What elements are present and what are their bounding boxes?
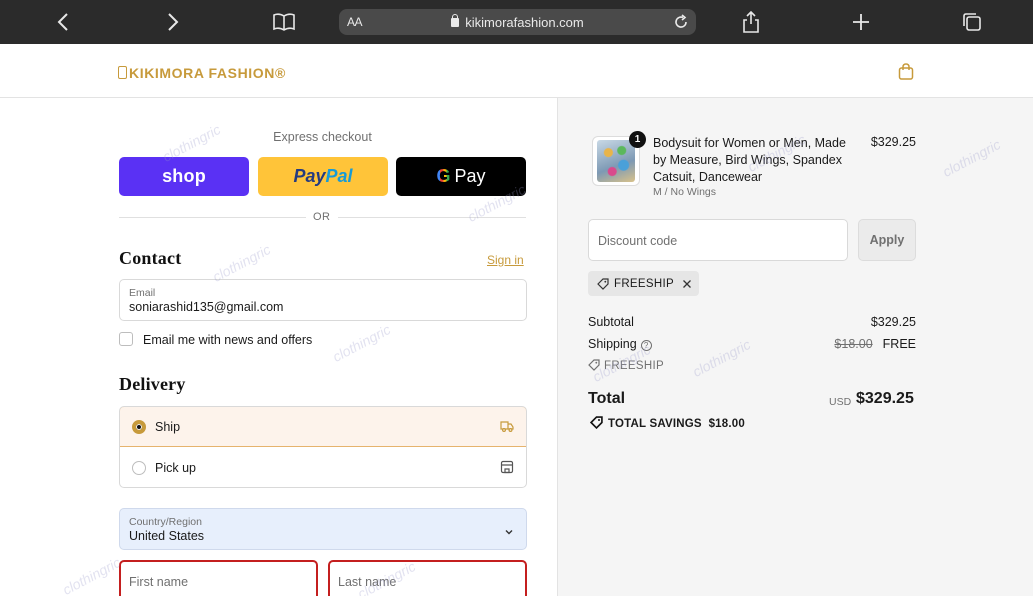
total-savings: TOTAL SAVINGS $18.00	[589, 416, 745, 430]
shipping-value: FREE	[882, 337, 916, 351]
last-name-placeholder: Last name	[338, 575, 397, 589]
shipping-value-row: $18.00 FREE	[830, 337, 916, 351]
quantity-badge: 1	[629, 131, 646, 148]
shop-pay-label: shop	[162, 166, 206, 186]
first-name-placeholder: First name	[129, 575, 189, 589]
email-value: soniarashid135@gmail.com	[129, 300, 284, 314]
news-offers-label: Email me with news and offers	[143, 333, 313, 347]
remove-discount-close-icon[interactable]	[682, 279, 692, 289]
product-image	[597, 140, 635, 182]
store-logo[interactable]: KIKIMORA FASHION®	[118, 65, 286, 81]
address-bar[interactable]: AA kikimorafashion.com	[339, 9, 696, 35]
paypal-button[interactable]: Pay Pal	[258, 157, 388, 196]
sign-in-link[interactable]: Sign in	[487, 253, 524, 267]
google-pay-label: Pay	[454, 166, 486, 186]
savings-value: $18.00	[708, 418, 745, 430]
url-text: kikimorafashion.com	[465, 15, 584, 30]
express-checkout-title: Express checkout	[273, 130, 372, 144]
logo-mark-icon	[118, 66, 127, 79]
google-pay-button[interactable]: G Pay	[396, 157, 526, 196]
shipping-discount-tag: FREESHIP	[588, 359, 664, 372]
product-variant: M / No Wings	[653, 186, 717, 198]
url-text-wrap: kikimorafashion.com	[339, 14, 696, 30]
paypal-label-2: Pal	[325, 166, 353, 186]
chevron-down-icon	[504, 524, 514, 535]
delivery-title: Delivery	[119, 374, 186, 394]
shipping-code: FREESHIP	[604, 360, 664, 372]
new-tab-icon[interactable]	[849, 10, 873, 34]
email-label: Email	[129, 287, 156, 299]
shipping-original-price: $18.00	[834, 337, 873, 351]
apply-label: Apply	[869, 233, 905, 247]
apply-discount-button[interactable]: Apply	[858, 219, 916, 261]
discount-placeholder: Discount code	[598, 234, 678, 248]
watermark: clothingric	[59, 554, 124, 596]
delivery-option-pickup[interactable]: Pick up	[120, 448, 526, 487]
news-offers-checkbox[interactable]	[119, 332, 133, 346]
discount-code-input[interactable]: Discount code	[588, 219, 848, 261]
tag-icon	[589, 416, 603, 430]
forward-icon[interactable]	[161, 10, 185, 34]
delivery-option-ship[interactable]: Ship	[120, 407, 526, 447]
contact-title: Contact	[119, 248, 182, 268]
or-label: OR	[306, 211, 338, 223]
watermark: clothingric	[329, 321, 394, 365]
shipping-label: Shipping	[588, 337, 637, 351]
country-select[interactable]: Country/Region United States	[119, 508, 527, 550]
pickup-label: Pick up	[155, 461, 196, 475]
tag-icon	[597, 277, 609, 290]
total-label: Total	[588, 390, 626, 407]
paypal-label-1: Pay	[293, 166, 326, 186]
applied-code: FREESHIP	[614, 277, 674, 290]
shipping-row-label: Shipping?	[588, 337, 652, 351]
shop-pay-button[interactable]: shop	[119, 157, 249, 196]
subtotal-label: Subtotal	[588, 315, 634, 329]
truck-icon	[500, 419, 514, 433]
country-value: United States	[129, 529, 205, 543]
store-icon	[500, 460, 514, 474]
back-icon[interactable]	[51, 10, 75, 34]
reload-icon[interactable]	[672, 13, 690, 31]
applied-discount-chip: FREESHIP	[588, 271, 699, 296]
email-field[interactable]: Email soniarashid135@gmail.com	[119, 279, 527, 321]
subtotal-value: $329.25	[870, 315, 916, 329]
product-price: $329.25	[870, 135, 916, 149]
last-name-field[interactable]: Last name	[328, 560, 527, 596]
product-title: Bodysuit for Women or Men, Made by Measu…	[653, 136, 846, 184]
total-currency: USD	[829, 396, 852, 408]
google-g-icon: G	[436, 166, 451, 186]
delivery-method-group: Ship Pick up	[119, 406, 527, 488]
cart-bag-icon[interactable]	[898, 63, 914, 80]
savings-label: TOTAL SAVINGS	[608, 418, 702, 430]
country-label: Country/Region	[129, 516, 202, 528]
first-name-field[interactable]: First name	[119, 560, 318, 596]
bookmarks-icon[interactable]	[272, 10, 296, 34]
browser-toolbar: AA kikimorafashion.com	[0, 0, 1033, 44]
logo-text: KIKIMORA FASHION®	[129, 65, 286, 81]
lock-icon	[451, 14, 460, 27]
pickup-radio[interactable]	[132, 461, 146, 475]
tabs-icon[interactable]	[960, 10, 984, 34]
share-icon[interactable]	[739, 10, 763, 34]
site-header: KIKIMORA FASHION®	[0, 44, 1033, 98]
total-value: $329.25	[856, 390, 914, 407]
help-icon[interactable]: ?	[640, 340, 652, 351]
ship-radio[interactable]	[132, 420, 146, 434]
tag-icon	[588, 359, 600, 371]
ship-label: Ship	[155, 420, 181, 434]
